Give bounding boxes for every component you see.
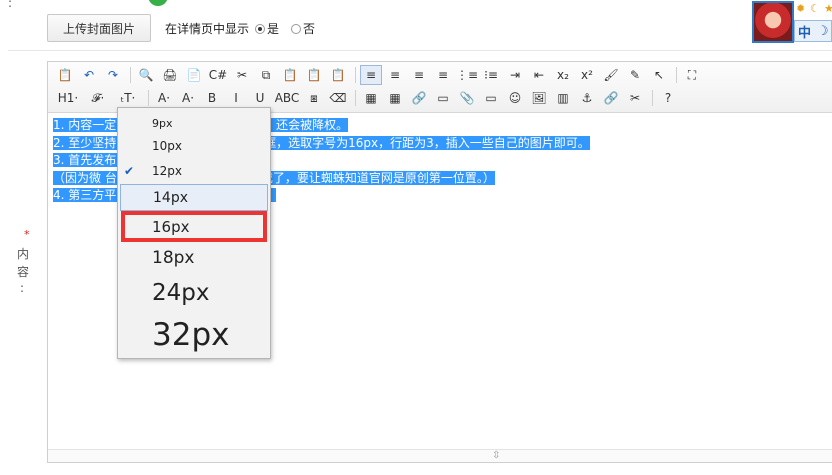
- editor-statusbar: [48, 449, 832, 462]
- toolbar-button-icon[interactable]: 📄: [183, 65, 205, 85]
- toolbar-button-icon[interactable]: A·: [177, 88, 199, 108]
- content-label-char: 容: [17, 265, 30, 279]
- toolbar-button-icon[interactable]: B: [201, 88, 223, 108]
- toolbar-button-icon[interactable]: ▥: [552, 88, 574, 108]
- toolbar-separator: [148, 90, 149, 106]
- toolbar-button-icon[interactable]: ≡: [432, 65, 454, 85]
- moon-small-icon: ☾: [810, 2, 820, 15]
- toolbar-button-icon[interactable]: 🖼: [528, 88, 550, 108]
- editor-toolbar: 📋 ↶ ↷ 🔍 🖨 📄 C# ✂ ⧉ 📋 📋 📋 ≡ ≡ ≡ ≡ ⋮≡ ⁝≡ ⇥ ⇤ x₂ x² 🖌 ✎ ↖ ⛶ H1· 𝓕· ₜT·…: [48, 62, 832, 113]
- toolbar-button-icon[interactable]: 📋: [327, 65, 349, 85]
- toolbar-button-icon[interactable]: 📋: [303, 65, 325, 85]
- toolbar-button-icon[interactable]: ▦: [384, 88, 406, 108]
- divider: [8, 50, 832, 51]
- toolbar-button-icon[interactable]: ▭: [480, 88, 502, 108]
- toolbar-button-icon[interactable]: ↖: [648, 65, 670, 85]
- annotation-highlight-box: [121, 211, 267, 242]
- font-size-option-9px[interactable]: 9px: [118, 112, 270, 134]
- radio-yes[interactable]: [255, 24, 265, 34]
- content-label-char: 内: [17, 247, 30, 261]
- toolbar-separator: [652, 90, 653, 106]
- toolbar-button-icon[interactable]: ✂: [231, 65, 253, 85]
- font-size-option-10px[interactable]: 10px: [118, 135, 270, 157]
- toolbar-button-icon[interactable]: 📋: [279, 65, 301, 85]
- radio-no[interactable]: [291, 24, 301, 34]
- toolbar-button-icon[interactable]: ✂: [624, 88, 646, 108]
- toolbar-row-2: H1· 𝓕· ₜT· A· A· B I U ABC ⧆ ⌫ ▦ ▦ 🔗 ▭ 📎 ▭ ☺ 🖼 ▥ ⚓ 🔗 ✂?: [54, 87, 681, 109]
- toolbar-button-icon[interactable]: ✎: [624, 65, 646, 85]
- toolbar-separator: [355, 90, 356, 106]
- toolbar-button-icon[interactable]: ⋮≡: [456, 65, 478, 85]
- required-star: *: [24, 228, 30, 241]
- toolbar-separator: [676, 67, 677, 83]
- sun-icon: ✹: [796, 2, 806, 15]
- toolbar-button-icon[interactable]: H1·: [54, 88, 82, 108]
- toolbar-button-icon[interactable]: ⧉: [255, 65, 277, 85]
- toolbar-button-icon[interactable]: x₂: [552, 65, 574, 85]
- toolbar-button-icon[interactable]: C#: [207, 65, 229, 85]
- star-icon: ★: [824, 2, 832, 15]
- toolbar-button-icon[interactable]: x²: [576, 65, 598, 85]
- toolbar-button-icon[interactable]: U: [249, 88, 271, 108]
- toolbar-separator: [355, 67, 356, 83]
- top-colon: :: [8, 0, 13, 10]
- toolbar-button-icon[interactable]: ⚓: [576, 88, 598, 108]
- toolbar-button-icon[interactable]: ≡: [360, 65, 382, 85]
- toolbar-button-icon[interactable]: 𝓕·: [84, 88, 112, 108]
- toolbar-button-icon[interactable]: 🖨: [159, 65, 181, 85]
- radio-no-label: 否: [303, 22, 316, 36]
- checkmark-icon: ✔: [124, 164, 135, 178]
- toolbar-button-icon[interactable]: ⇥: [504, 65, 526, 85]
- toolbar-button-icon[interactable]: 🔗: [408, 88, 430, 108]
- toolbar-button-icon[interactable]: ↷: [102, 65, 124, 85]
- toolbar-button-icon[interactable]: 📋: [54, 65, 76, 85]
- status-circle-icon: [148, 0, 168, 6]
- toolbar-button-icon[interactable]: ⇤: [528, 65, 550, 85]
- font-size-option-32px[interactable]: 32px: [118, 314, 270, 356]
- moon-icon: ☽: [817, 23, 829, 39]
- toolbar-button-icon[interactable]: ?: [657, 88, 679, 108]
- font-size-option-24px[interactable]: 24px: [118, 275, 270, 311]
- toolbar-button-icon[interactable]: ABC: [273, 88, 301, 108]
- toolbar-button-icon[interactable]: 🖌: [600, 65, 622, 85]
- toolbar-button-icon[interactable]: ▦: [360, 88, 382, 108]
- language-switch[interactable]: 中 ☽: [794, 20, 832, 42]
- resize-handle-icon[interactable]: ⇳: [492, 450, 500, 461]
- toolbar-button-icon[interactable]: ≡: [384, 65, 406, 85]
- toolbar-button-icon[interactable]: 🔗: [600, 88, 622, 108]
- toolbar-button-icon[interactable]: A·: [153, 88, 175, 108]
- upload-cover-button[interactable]: 上传封面图片: [47, 14, 151, 42]
- toolbar-button-icon[interactable]: ⌫: [327, 88, 349, 108]
- toolbar-button-icon[interactable]: ▭: [432, 88, 454, 108]
- toolbar-button-icon[interactable]: ⛶: [681, 65, 703, 85]
- toolbar-button-icon[interactable]: ₜT·: [114, 88, 142, 108]
- toolbar-button-icon[interactable]: ☺: [504, 88, 526, 108]
- toolbar-button-icon[interactable]: ⧆: [303, 88, 325, 108]
- toolbar-button-icon[interactable]: ≡: [408, 65, 430, 85]
- language-label: 中: [798, 25, 812, 41]
- avatar[interactable]: [752, 1, 794, 43]
- toolbar-button-icon[interactable]: I: [225, 88, 247, 108]
- toolbar-button-icon[interactable]: 📎: [456, 88, 478, 108]
- display-in-detail-label: 在详情页中显示: [165, 22, 250, 36]
- toolbar-button-icon[interactable]: 🔍: [135, 65, 157, 85]
- toolbar-row-1: 📋 ↶ ↷ 🔍 🖨 📄 C# ✂ ⧉ 📋 📋 📋 ≡ ≡ ≡ ≡ ⋮≡ ⁝≡ ⇥ ⇤ x₂ x² 🖌 ✎ ↖ ⛶: [54, 64, 705, 86]
- radio-yes-label: 是: [267, 22, 280, 36]
- toolbar-button-icon[interactable]: ↶: [78, 65, 100, 85]
- font-size-option-14px[interactable]: 14px: [120, 184, 268, 211]
- toolbar-separator: [130, 67, 131, 83]
- toolbar-button-icon[interactable]: ⁝≡: [480, 65, 502, 85]
- content-label-colon: :: [20, 281, 25, 295]
- font-size-option-18px[interactable]: 18px: [118, 244, 270, 272]
- font-size-option-12px[interactable]: ✔ 12px: [118, 159, 270, 183]
